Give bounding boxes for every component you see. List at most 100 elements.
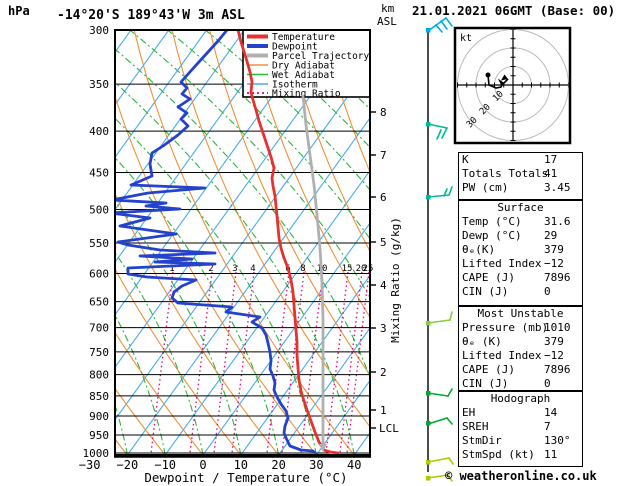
km-tick-label: 4 [380, 279, 387, 292]
table-row-value: 379 [544, 335, 579, 349]
mixing-ratio-line [151, 272, 173, 453]
table-row-label: θₑ (K) [462, 335, 544, 349]
table-row-label: Lifted Index [462, 349, 544, 363]
wind-barb-column [426, 18, 453, 481]
table-row-label: EH [462, 406, 544, 420]
km-tick-label: 2 [380, 366, 387, 379]
mixing-ratio-axis-title: Mixing Ratio (g/kg) [389, 217, 402, 343]
hodograph-trace-start-dot [486, 73, 491, 78]
wind-barb [426, 389, 452, 396]
wind-barb-segment [442, 128, 447, 138]
mixing-ratio-line [347, 272, 369, 453]
table-box-surface: SurfaceTemp (°C)31.6Dewp (°C)29θₑ(K)379L… [458, 200, 583, 306]
table-row-value: 379 [544, 243, 579, 257]
mixing-ratio-line [190, 272, 212, 453]
table-row-label: Lifted Index [462, 257, 544, 271]
wind-barb-segment [449, 458, 453, 464]
table-row-label: K [462, 153, 544, 167]
table-row: SREH7 [459, 420, 582, 434]
table-row-label: PW (cm) [462, 181, 544, 195]
wind-barb-dot [426, 122, 431, 127]
hodograph-unit-label: kt [460, 33, 472, 44]
wind-barb [426, 187, 452, 200]
pressure-tick-label: 500 [89, 203, 109, 216]
legend-label-mixing-ratio: Mixing Ratio [272, 89, 341, 100]
table-row-label: CAPE (J) [462, 363, 544, 377]
wind-barb-segment [436, 25, 442, 32]
pressure-tick-label: 650 [89, 296, 109, 309]
table-row-value: 1010 [544, 321, 579, 335]
temp-tick-label: −20 [117, 458, 139, 472]
table-header: Surface [459, 201, 582, 215]
table-row: Dewp (°C)29 [459, 229, 582, 243]
km-tick-label: 3 [380, 322, 387, 335]
table-row-value: 14 [544, 406, 579, 420]
mixing-ratio-value-label: 25 [363, 264, 374, 274]
wind-barb-dot [426, 391, 431, 396]
table-row-value: 7896 [544, 363, 579, 377]
chart-datetime: 21.01.2021 06GMT (Base: 00) [412, 3, 615, 18]
wind-barb-dot [426, 476, 431, 481]
mixing-ratio-value-label: 8 [300, 264, 305, 274]
mixing-ratio-line [340, 272, 362, 453]
temp-tick-label: −30 [79, 458, 101, 472]
wind-barb-dot [426, 28, 431, 33]
pressure-tick-label: 750 [89, 346, 109, 359]
mixing-ratio-line [214, 272, 236, 453]
wind-barb-segment [448, 389, 452, 396]
wind-barb-segment [428, 195, 449, 197]
lcl-label: LCL [379, 422, 399, 435]
mixing-ratio-value-label: 15 [342, 264, 353, 274]
wind-barb-segment [428, 458, 449, 462]
km-tick-label: 8 [380, 106, 387, 119]
table-row: Lifted Index−12 [459, 349, 582, 363]
table-header: Hodograph [459, 392, 582, 406]
table-box-indices: K17Totals Totals41PW (cm)3.45 [458, 152, 583, 200]
table-row-value: 31.6 [544, 215, 579, 229]
wind-barb-segment [428, 418, 447, 424]
table-row-label: SREH [462, 420, 544, 434]
km-axis-unit2: ASL [377, 15, 397, 28]
table-row-value: 7 [544, 420, 579, 434]
table-row-label: CIN (J) [462, 285, 544, 299]
legend: Temperature Dewpoint Parcel Trajectory D… [243, 30, 370, 100]
table-row-value: 0 [544, 285, 579, 299]
pressure-tick-label: 700 [89, 322, 109, 335]
wind-barb-segment [449, 187, 452, 195]
table-row: θₑ(K)379 [459, 243, 582, 257]
table-row: CAPE (J)7896 [459, 271, 582, 285]
pressure-tick-label: 800 [89, 369, 109, 382]
x-axis-title: Dewpoint / Temperature (°C) [144, 470, 347, 485]
km-tick-label: 5 [380, 236, 387, 249]
table-row: CIN (J)0 [459, 285, 582, 299]
km-tick-label: 7 [380, 149, 387, 162]
table-row-value: 3.45 [544, 181, 579, 195]
wind-barb-dot [426, 460, 431, 465]
table-row-value: 7896 [544, 271, 579, 285]
table-row: θₑ (K)379 [459, 335, 582, 349]
table-row: Lifted Index−12 [459, 257, 582, 271]
wind-barb-segment [437, 130, 441, 139]
table-row: Temp (°C)31.6 [459, 215, 582, 229]
table-row: EH14 [459, 406, 582, 420]
table-row-value: 11 [544, 448, 579, 462]
pressure-tick-label: 350 [89, 78, 109, 91]
pressure-unit-label: hPa [8, 4, 30, 18]
table-row-value: 0 [544, 377, 579, 391]
table-box-hodograph: HodographEH14SREH7StmDir130°StmSpd (kt)1… [458, 391, 583, 467]
chart-title: -14°20'S 189°43'W 3m ASL [57, 8, 245, 23]
wind-barb-segment [446, 18, 452, 26]
wind-barb-segment [447, 418, 452, 424]
table-row-value: 29 [544, 229, 579, 243]
wind-barb-dot [426, 321, 431, 326]
mixing-ratio-value-label: 4 [250, 264, 255, 274]
table-row-label: StmDir [462, 434, 544, 448]
wind-barb [426, 312, 452, 326]
wind-barb-segment [450, 312, 452, 320]
km-tick-label: 1 [380, 404, 387, 417]
table-row: CIN (J)0 [459, 377, 582, 391]
pressure-tick-label: 900 [89, 410, 109, 423]
table-row-value: −12 [544, 349, 579, 363]
table-row-value: −12 [544, 257, 579, 271]
wind-barb-segment [428, 124, 447, 128]
